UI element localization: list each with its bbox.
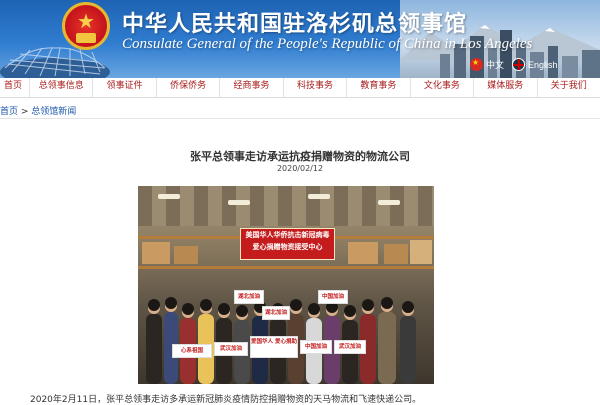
nav-item-business-affairs[interactable]: 经商事务: [220, 78, 284, 97]
banner-line-2: 爱心捐赠物资接受中心: [252, 243, 323, 251]
sign: 湖北加油: [262, 306, 290, 320]
language-chinese-label: 中文: [486, 60, 505, 70]
ceiling-light: [228, 200, 250, 205]
cargo-box: [142, 242, 170, 264]
language-english-link[interactable]: English: [512, 58, 558, 71]
donation-center-banner: 美国华人华侨抗击新冠病毒 爱心捐赠物资接受中心: [240, 228, 335, 260]
main-navigation: 首页 总领事信息 领事证件 侨保侨务 经商事务 科技事务 教育事务 文化事务 媒…: [0, 78, 600, 98]
cargo-box: [348, 242, 378, 264]
ceiling-light: [158, 194, 180, 199]
language-switcher: ★ 中文 English: [470, 58, 558, 71]
breadcrumb-home-link[interactable]: 首页: [0, 107, 18, 117]
warehouse-shelf: [138, 266, 434, 269]
site-title-english: Consulate General of the People's Republ…: [122, 36, 533, 52]
site-title-chinese: 中华人民共和国驻洛杉矶总领事馆: [122, 11, 468, 37]
national-emblem-icon: ★: [62, 2, 110, 50]
cargo-box: [174, 246, 198, 264]
sign: 武汉加油: [334, 340, 366, 354]
sign: 心系祖国: [172, 344, 212, 358]
nav-item-culture-affairs[interactable]: 文化事务: [411, 78, 475, 97]
cargo-box: [384, 244, 408, 264]
warehouse-ceiling: [138, 186, 434, 226]
breadcrumb-separator: >: [18, 107, 32, 117]
group-of-people-graphic: [146, 297, 416, 384]
breadcrumb-section-link[interactable]: 总领馆新闻: [31, 107, 76, 117]
nav-item-home[interactable]: 首页: [0, 78, 30, 97]
sign: 中国加油: [318, 290, 348, 304]
breadcrumb: 首页 > 总领馆新闻: [0, 104, 76, 117]
sign: 中国加油: [300, 340, 332, 354]
article-body-first-line: 2020年2月11日，张平总领事走访多承运新冠肺炎疫情防控捐赠物资的天马物流和飞…: [30, 395, 422, 405]
language-chinese-link[interactable]: ★ 中文: [470, 58, 504, 71]
ceiling-light: [308, 194, 330, 199]
language-english-label: English: [528, 59, 558, 70]
article-title: 张平总领事走访承运抗疫捐赠物资的物流公司: [190, 150, 410, 163]
nav-item-overseas-chinese-affairs[interactable]: 侨保侨务: [157, 78, 221, 97]
nav-item-media-services[interactable]: 媒体服务: [474, 78, 538, 97]
sign: 武汉加油: [214, 342, 248, 356]
sign: 爱国华人 爱心捐助: [250, 336, 298, 358]
nav-item-consul-general-info[interactable]: 总领事信息: [30, 78, 94, 97]
header-banner: ★ 中华人民共和国驻洛杉矶总领事馆 Consulate General of t…: [0, 0, 600, 78]
china-flag-icon: ★: [470, 58, 483, 71]
cargo-box: [410, 240, 432, 264]
ceiling-light: [378, 200, 400, 205]
banner-line-1: 美国华人华侨抗击新冠病毒: [245, 231, 330, 239]
nav-item-consular-documents[interactable]: 领事证件: [93, 78, 157, 97]
nav-item-education-affairs[interactable]: 教育事务: [347, 78, 411, 97]
uk-flag-icon: [512, 58, 526, 71]
article-photo: 美国华人华侨抗击新冠病毒 爱心捐赠物资接受中心 湖北加油 中国加油 湖北加油 心…: [138, 186, 434, 384]
sign: 湖北加油: [234, 290, 264, 304]
nav-item-about-us[interactable]: 关于我们: [538, 78, 600, 97]
article-date: 2020/02/12: [276, 164, 324, 173]
nav-item-science-affairs[interactable]: 科技事务: [284, 78, 348, 97]
divider: [0, 118, 600, 119]
